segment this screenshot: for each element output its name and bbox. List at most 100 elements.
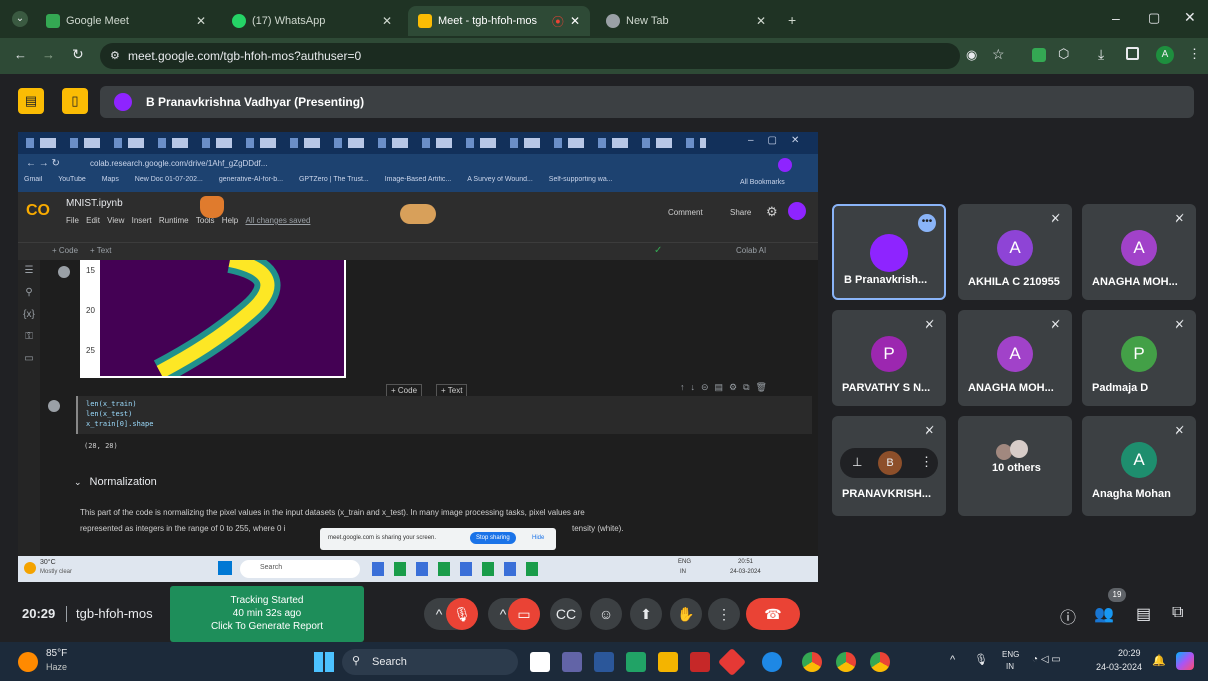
tracking-line: 40 min 32s ago: [232, 608, 302, 619]
copilot-icon[interactable]: [1176, 652, 1194, 670]
back-icon[interactable]: ←: [14, 47, 27, 62]
office-icon[interactable]: [717, 647, 747, 677]
weather-condition: Mostly clear: [40, 569, 73, 575]
camera-permission-icon[interactable]: ◉: [966, 47, 977, 63]
chrome-icon[interactable]: [870, 652, 890, 672]
chrome-menu-icon[interactable]: ⋮: [1188, 46, 1201, 62]
participant-tile[interactable]: ••• B Pranavkrish...: [832, 204, 946, 300]
side-panel-icon[interactable]: [1126, 47, 1139, 60]
maximize-window-button[interactable]: ▢: [1148, 10, 1160, 26]
inner-region: IN: [680, 569, 686, 575]
participant-tile[interactable]: ✕̸ P PARVATHY S N...: [832, 310, 946, 406]
colab-header: CO MNIST.ipynb File Edit View Insert Run…: [18, 192, 818, 242]
inner-profile-avatar: [778, 158, 792, 172]
bookmark-item: Maps: [101, 176, 119, 183]
notification-bell-icon[interactable]: 🔔: [1152, 654, 1166, 667]
forward-icon[interactable]: →: [42, 47, 55, 62]
network-volume-battery-icons[interactable]: ◔ ◁ ▭: [1032, 654, 1061, 665]
chrome-icon[interactable]: [802, 652, 822, 672]
teams-icon[interactable]: [562, 652, 582, 672]
leave-call-button[interactable]: ☎: [746, 598, 800, 630]
close-tab-icon[interactable]: ✕: [196, 14, 206, 28]
task-view-icon[interactable]: [530, 652, 550, 672]
tab-new-tab[interactable]: New Tab ✕: [596, 6, 776, 36]
participant-tile[interactable]: 10 others: [958, 416, 1072, 516]
more-options-button[interactable]: ⋮: [708, 598, 740, 630]
tracking-report-button[interactable]: Tracking Started 40 min 32s ago Click To…: [170, 586, 364, 642]
word-icon[interactable]: [594, 652, 614, 672]
participant-count-badge: 19: [1108, 588, 1126, 602]
notebook-body: 15 20 25 + Code + Text ↑↓⊝▤⚙⧉🗑 len(x_tra…: [40, 260, 818, 572]
reload-icon[interactable]: ↻: [72, 46, 84, 63]
participant-tile[interactable]: ✕̸ ⊥ B ⋮ PRANAVKRISH...: [832, 416, 946, 516]
chat-icon[interactable]: ▤: [1136, 604, 1151, 624]
file-explorer-icon[interactable]: [658, 652, 678, 672]
clock-time[interactable]: 20:29: [1118, 648, 1141, 658]
windows-start-icon[interactable]: [314, 652, 334, 672]
menu-item: Help: [221, 216, 239, 225]
sharing-notice: meet.google.com is sharing your screen. …: [320, 528, 556, 550]
variables-icon: {x}: [23, 309, 35, 320]
bookmark-star-icon[interactable]: ☆: [992, 46, 1005, 63]
participant-tile[interactable]: ✕̸ A AKHILA C 210955: [958, 204, 1072, 300]
tab-meet-active[interactable]: Meet - tgb-hfoh-mos ⦿ ✕: [408, 6, 590, 36]
more-options-icon[interactable]: ⋮: [920, 454, 933, 470]
present-screen-button[interactable]: ⬆: [630, 598, 662, 630]
extension-icon[interactable]: [1032, 48, 1046, 62]
close-tab-icon[interactable]: ✕: [756, 14, 766, 28]
camera-off-button[interactable]: ▭: [508, 598, 540, 630]
more-options-icon[interactable]: •••: [918, 214, 936, 232]
inner-url: colab.research.google.com/drive/1Ahf_gZg…: [90, 159, 268, 168]
raise-hand-button[interactable]: ✋: [670, 598, 702, 630]
meet-info-left-button[interactable]: ▤: [18, 88, 44, 114]
minimize-window-button[interactable]: –: [1112, 10, 1120, 26]
mcafee-icon[interactable]: [690, 652, 710, 672]
pin-icon[interactable]: ⊥: [852, 455, 862, 469]
extensions-puzzle-icon[interactable]: ⬡: [1058, 46, 1069, 62]
profile-avatar[interactable]: A: [1156, 46, 1174, 64]
browser-toolbar: ← → ↻ ⚙ meet.google.com/tgb-hfoh-mos?aut…: [0, 38, 1208, 74]
chrome-icon: [606, 14, 620, 28]
participant-avatar: A: [997, 230, 1033, 266]
google-meet-icon: [418, 14, 432, 28]
region-indicator: IN: [1006, 662, 1014, 671]
app-icon[interactable]: [762, 652, 782, 672]
emoji-button[interactable]: ☺: [590, 598, 622, 630]
tab-label: Meet - tgb-hfoh-mos: [438, 15, 538, 27]
close-window-button[interactable]: ✕: [1184, 9, 1196, 26]
cell-run-icon: [48, 400, 60, 412]
close-tab-icon[interactable]: ✕: [382, 14, 392, 28]
participant-tile[interactable]: ✕̸ A ANAGHA MOH...: [1082, 204, 1196, 300]
download-icon[interactable]: ⤓: [1098, 46, 1104, 63]
people-icon[interactable]: 👥: [1094, 604, 1114, 624]
tab-whatsapp[interactable]: (17) WhatsApp ✕: [222, 6, 402, 36]
participant-tile[interactable]: ✕̸ P Padmaja D: [1082, 310, 1196, 406]
share-label: Share: [730, 208, 752, 217]
participant-tile[interactable]: ✕̸ A ANAGHA MOH...: [958, 310, 1072, 406]
chrome-icon[interactable]: [836, 652, 856, 672]
tab-google-meet[interactable]: Google Meet ✕: [36, 6, 216, 36]
site-info-icon[interactable]: ⚙: [110, 49, 120, 62]
taskbar-search-box[interactable]: ⚲ Search: [342, 649, 518, 675]
activities-icon[interactable]: ⧉: [1172, 604, 1183, 622]
meeting-info-icon[interactable]: ⓘ: [1060, 604, 1076, 628]
show-hidden-icons[interactable]: ^: [950, 654, 955, 666]
participant-tile[interactable]: ✕̸ A Anagha Mohan: [1082, 416, 1196, 516]
cell-output: (28, 28): [84, 442, 118, 450]
new-tab-button[interactable]: +: [788, 12, 796, 28]
tab-search-button[interactable]: ⌄: [12, 11, 28, 27]
excel-icon[interactable]: [626, 652, 646, 672]
mic-tray-icon: 🎙: [974, 654, 988, 666]
language-indicator[interactable]: ENG: [1002, 650, 1019, 659]
close-tab-icon[interactable]: ✕: [570, 14, 580, 28]
captions-button[interactable]: CC: [550, 598, 582, 630]
meet-stage: ▤ ▯ B Pranavkrishna Vadhyar (Presenting)…: [0, 74, 1208, 642]
tracking-line: Click To Generate Report: [210, 621, 324, 632]
address-bar[interactable]: ⚙ meet.google.com/tgb-hfoh-mos?authuser=…: [100, 43, 960, 69]
inner-address-bar: ← → ↻ colab.research.google.com/drive/1A…: [18, 154, 818, 176]
clock-date: 24-03-2024: [1096, 662, 1143, 672]
all-bookmarks: All Bookmarks: [740, 179, 785, 186]
meet-panel-toggle-button[interactable]: ▯: [62, 88, 88, 114]
mic-off-button[interactable]: 🎙: [446, 598, 478, 630]
paragraph-line: represented as integers in the range of …: [80, 524, 286, 533]
